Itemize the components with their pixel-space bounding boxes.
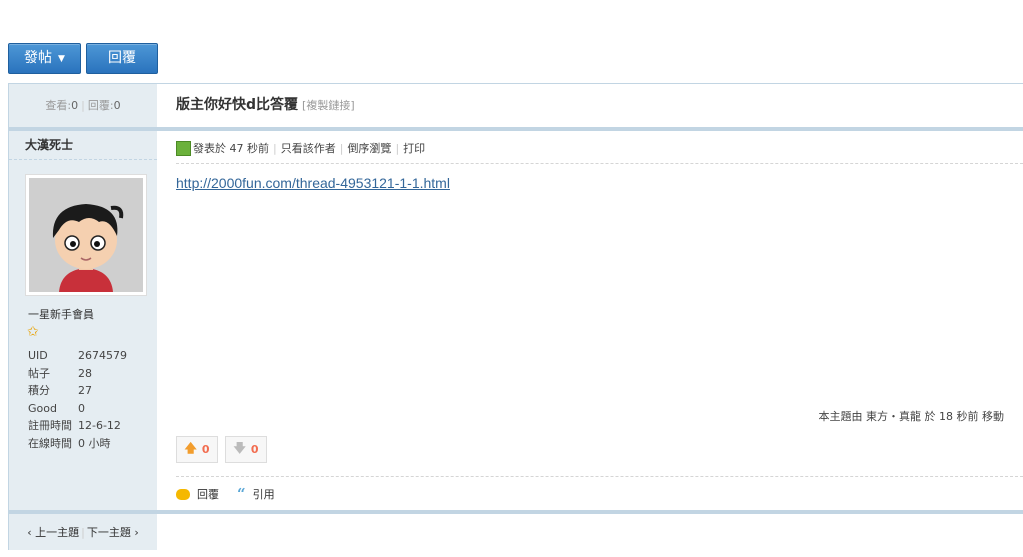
info-key: 積分 [28,384,50,397]
views-count: 0 [71,99,79,112]
replies-label: 回覆: [87,99,114,112]
print-link[interactable]: 打印 [403,142,425,155]
copy-link-button[interactable]: [複製鏈接] [302,99,355,112]
upvote-count: 0 [201,443,210,456]
only-author-link[interactable]: 只看該作者 [281,142,336,155]
downvote-count: 0 [250,443,259,456]
upvote-button[interactable]: 🡅 0 [176,436,218,463]
reply-link[interactable]: 回覆 [197,486,219,502]
downvote-button[interactable]: 🡇 0 [225,436,267,463]
author-name[interactable]: 大漢死士 [9,131,157,160]
reverse-order-link[interactable]: 倒序瀏覽 [347,142,391,155]
reply-bubble-icon [176,488,190,500]
info-value: 12-6-12 [78,419,121,432]
divider [176,476,1023,477]
reply-button[interactable]: 回覆 [86,43,158,74]
quote-icon: “ [237,485,246,503]
avatar[interactable] [25,174,147,296]
post-actions: 回覆 “ 引用 [176,485,275,503]
author-sidebar: 查看:0 | 回覆:0 大漢死士 一星新手會員 ✩ UID 2674579 帖子 28 [8,83,158,550]
info-key: 帖子 [28,366,50,380]
info-key: Good [28,401,57,415]
post-button-label: 發帖 [24,50,53,66]
moved-note: 本主題由 東方・真龍 於 18 秒前 移動 [818,410,1004,423]
info-key: 註冊時間 [28,419,72,432]
vote-buttons: 🡅 0 🡇 0 [176,436,267,463]
post-main: 版主你好快d比答覆 [複製鏈接] 發表於 47 秒前 | 只看該作者 | 倒序瀏覽 | 打印 … [157,83,1023,550]
arrow-down-icon: 🡇 [233,441,246,455]
avatar-image [29,178,143,292]
author-info: UID 2674579 帖子 28 積分 27 Good 0 註冊時間 12-6-12 在… [28,347,127,452]
info-value[interactable]: 2674579 [78,347,127,365]
info-row-posts: 帖子 28 [28,365,127,383]
info-row-online: 在線時間 0 小時 [28,435,127,453]
thread-title: 版主你好快d比答覆 [176,97,299,113]
post-meta: 發表於 47 秒前 | 只看該作者 | 倒序瀏覽 | 打印 [176,135,1023,164]
reply-button-label: 回覆 [108,50,136,66]
info-value: 0 [78,401,85,415]
thread-stats: 查看:0 | 回覆:0 [9,83,157,131]
thread-title-bar: 版主你好快d比答覆 [複製鏈接] [157,83,1023,131]
post-footer-bar [157,510,1023,550]
member-rank: 一星新手會員 [28,308,94,321]
info-row-points: 積分 27 [28,382,127,400]
post-content-link[interactable]: http://2000fun.com/thread-4953121-1-1.ht… [176,175,450,191]
info-row-registered: 註冊時間 12-6-12 [28,417,127,435]
online-user-icon [176,140,191,156]
replies-count: 0 [113,99,121,112]
prev-thread-link[interactable]: ‹ 上一主題 [27,526,79,539]
info-key: 在線時間 [28,436,72,450]
info-row-good: Good 0 [28,400,127,418]
info-key: UID [28,349,48,362]
info-value: 0 小時 [78,436,111,450]
info-row-uid: UID 2674579 [28,347,127,365]
thread-nav: ‹ 上一主題 | 下一主題 › [9,510,157,550]
info-value[interactable]: 27 [78,382,92,400]
info-value[interactable]: 28 [78,365,92,383]
arrow-up-icon: 🡅 [184,441,197,455]
next-thread-link[interactable]: 下一主題 › [87,526,139,539]
chevron-down-icon: ▼ [58,54,65,64]
quote-link[interactable]: 引用 [253,486,275,502]
post-container: 查看:0 | 回覆:0 大漢死士 一星新手會員 ✩ UID 2674579 帖子 28 [8,83,1023,550]
views-label: 查看: [45,99,72,112]
star-icon: ✩ [27,324,39,340]
post-button[interactable]: 發帖 ▼ [8,43,81,74]
posted-time: 發表於 47 秒前 [193,142,269,155]
